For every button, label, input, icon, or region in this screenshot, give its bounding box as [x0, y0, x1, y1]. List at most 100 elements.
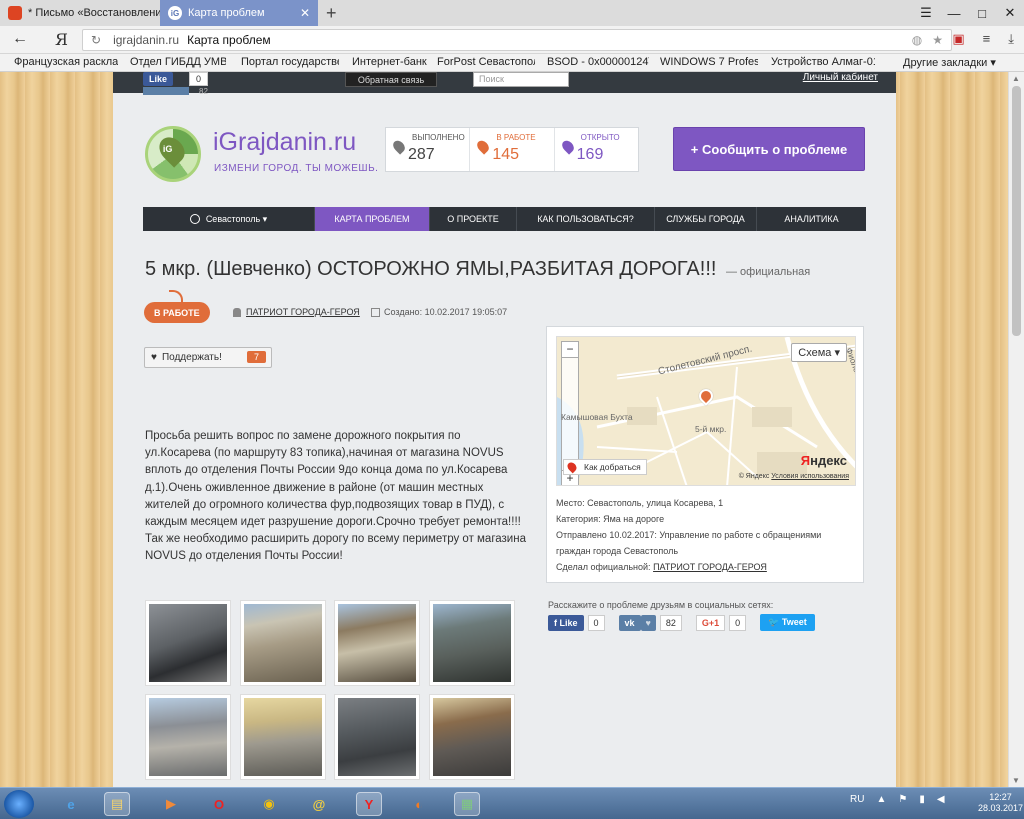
info-sent: Отправлено 10.02.2017: Управление по раб…	[556, 530, 822, 556]
protect-icon[interactable]: ◍	[912, 33, 922, 47]
stat-value: 169	[576, 146, 604, 163]
nav-how-to-use[interactable]: Как пользоваться?	[517, 207, 655, 231]
support-button[interactable]: ♥ Поддержать! 7	[144, 347, 272, 368]
fb-like-button[interactable]: Like	[143, 72, 174, 86]
bookmark-item[interactable]: ForPost Севастополь	[437, 56, 535, 68]
photo-thumbnail[interactable]	[334, 694, 420, 780]
clock[interactable]: 12:27 28.03.2017	[978, 792, 1023, 814]
bookmark-item[interactable]: Французская раскла	[14, 56, 118, 68]
photo-thumbnail[interactable]	[429, 694, 515, 780]
top-strip: Like 0 82 Обратная связь Поиск Личный ка…	[113, 72, 896, 96]
stat-open[interactable]: открыто 169	[555, 128, 638, 171]
site-page: Like 0 82 Обратная связь Поиск Личный ка…	[113, 72, 896, 787]
explorer-icon[interactable]: ▤	[104, 792, 130, 816]
opera-icon[interactable]: O	[206, 792, 232, 816]
created-text: Создано: 10.02.2017 19:05:07	[384, 307, 508, 317]
bookmark-item[interactable]: BSOD - 0x00000124\	[547, 56, 649, 68]
ie-icon[interactable]: e	[58, 792, 84, 816]
volume-icon[interactable]: ◀	[937, 794, 945, 805]
page-scrollbar[interactable]: ▲ ▼	[1008, 72, 1024, 787]
bookmark-item[interactable]: Отдел ГИБДД УМВД	[130, 56, 226, 68]
fb-share-button[interactable]: f Like	[548, 614, 584, 631]
scroll-thumb[interactable]	[1012, 86, 1021, 336]
close-tab-icon[interactable]: ✕	[300, 6, 310, 20]
fb-share-count: 0	[587, 614, 605, 631]
photo-thumbnail[interactable]	[145, 694, 231, 780]
menu-lines-icon[interactable]: ≡	[983, 31, 991, 47]
url-input[interactable]: ↻ igrajdanin.ru Карта проблем ◍ ★	[82, 29, 952, 51]
problem-title: 5 мкр. (Шевченко) ОСТОРОЖНО ЯМЫ,РАЗБИТАЯ…	[145, 258, 810, 281]
language-indicator[interactable]: RU	[850, 794, 864, 805]
scroll-up-icon[interactable]: ▲	[1012, 74, 1020, 83]
photo-thumbnail[interactable]	[429, 600, 515, 686]
refresh-icon[interactable]: ↻	[91, 33, 101, 47]
official-label: Сделал официальной:	[556, 562, 651, 572]
info-place: Место: Севастополь, улица Косарева, 1	[556, 498, 724, 508]
zoom-out-button[interactable]: −	[562, 342, 578, 358]
tweet-button[interactable]: 🐦 Tweet	[760, 614, 815, 631]
bookmark-item[interactable]: Интернет-банк	[352, 56, 427, 68]
author-link[interactable]: ПАТРИОТ ГОРОДА-ГЕРОЯ	[233, 307, 360, 317]
menu-icon[interactable]: ☰	[912, 0, 940, 26]
gplus-share-button[interactable]: G+1	[695, 614, 726, 631]
bookmark-item[interactable]: Портал государствен	[241, 56, 339, 68]
back-arrow-icon[interactable]: ←	[12, 30, 28, 48]
stat-done[interactable]: выполнено 287	[386, 128, 471, 171]
feedback-button[interactable]: Обратная связь	[345, 72, 437, 87]
bookmark-item[interactable]: Устройство Алмаг-01	[771, 56, 875, 68]
minimize-button[interactable]: —	[940, 0, 968, 26]
yandex-home-icon[interactable]: Я	[55, 30, 68, 49]
photo-thumbnail[interactable]	[240, 600, 326, 686]
city-label: Севастополь	[205, 214, 261, 224]
stat-label: открыто	[580, 133, 620, 142]
nav-analytics[interactable]: Аналитика	[757, 207, 866, 231]
photo-thumbnail[interactable]	[334, 600, 420, 686]
route-button[interactable]: Как добраться	[563, 459, 647, 475]
downloads-icon[interactable]: ⤓	[1008, 31, 1014, 47]
nav-problem-map[interactable]: Карта проблем	[315, 207, 430, 231]
vk-share-button[interactable]: vk	[618, 614, 641, 631]
bookmark-item[interactable]: WINDOWS 7 Professi	[660, 56, 758, 68]
flag-icon[interactable]: ⚑	[898, 794, 907, 805]
yandex-browser-icon[interactable]: Y	[356, 792, 382, 816]
tab-mail[interactable]: * Письмо «Восстановление	[0, 0, 160, 26]
stat-in-work[interactable]: в работе 145	[470, 128, 555, 171]
vk-like-button[interactable]	[143, 87, 189, 95]
tray-arrow-icon[interactable]: ▲	[876, 794, 886, 805]
media-player-icon[interactable]: ▶	[158, 792, 184, 816]
new-tab-button[interactable]: +	[326, 3, 337, 24]
firefox-icon[interactable]: ◐	[406, 792, 432, 816]
city-selector[interactable]: Севастополь ▾	[143, 207, 315, 231]
photo-thumbnail[interactable]	[145, 600, 231, 686]
pdf-extension-icon[interactable]: ▣	[952, 31, 964, 47]
work-pin-icon	[475, 138, 492, 155]
bookmark-star-icon[interactable]: ★	[932, 33, 943, 47]
personal-cabinet-link[interactable]: Личный кабинет	[803, 72, 878, 83]
start-button[interactable]	[4, 790, 34, 818]
scroll-down-icon[interactable]: ▼	[1012, 776, 1020, 785]
status-badge: В РАБОТЕ	[144, 302, 210, 323]
report-problem-button[interactable]: + Сообщить о проблеме	[673, 127, 865, 171]
maximize-button[interactable]: □	[968, 0, 996, 26]
photo-thumbnail[interactable]	[240, 694, 326, 780]
yandex-map[interactable]: − + Схема ▾ Столетовский просп. Фиоленто…	[556, 336, 856, 486]
nav-city-services[interactable]: Службы города	[655, 207, 757, 231]
stat-label: выполнено	[412, 133, 465, 142]
official-user-link[interactable]: ПАТРИОТ ГОРОДА-ГЕРОЯ	[653, 562, 767, 572]
spreadsheet-icon[interactable]: ▦	[454, 792, 480, 816]
stat-value: 145	[492, 146, 520, 163]
chrome-icon[interactable]: ◉	[256, 792, 282, 816]
network-icon[interactable]: ▮	[919, 794, 925, 805]
terms-link[interactable]: Условия использования	[771, 473, 849, 480]
nav-about[interactable]: О проекте	[430, 207, 517, 231]
window-controls: ☰ — □ ✕	[912, 0, 1024, 26]
close-window-button[interactable]: ✕	[996, 0, 1024, 26]
map-type-dropdown[interactable]: Схема ▾	[791, 343, 847, 362]
route-pin-icon	[565, 460, 579, 474]
other-bookmarks[interactable]: Другие закладки ▾	[903, 56, 1013, 69]
site-search-input[interactable]: Поиск	[473, 72, 569, 87]
tab-problem-map[interactable]: iG Карта проблем ✕	[160, 0, 318, 26]
mail-app-icon[interactable]: @	[306, 792, 332, 816]
clock-date: 28.03.2017	[978, 803, 1024, 813]
logo-title[interactable]: iGrajdanin.ru	[213, 128, 356, 157]
